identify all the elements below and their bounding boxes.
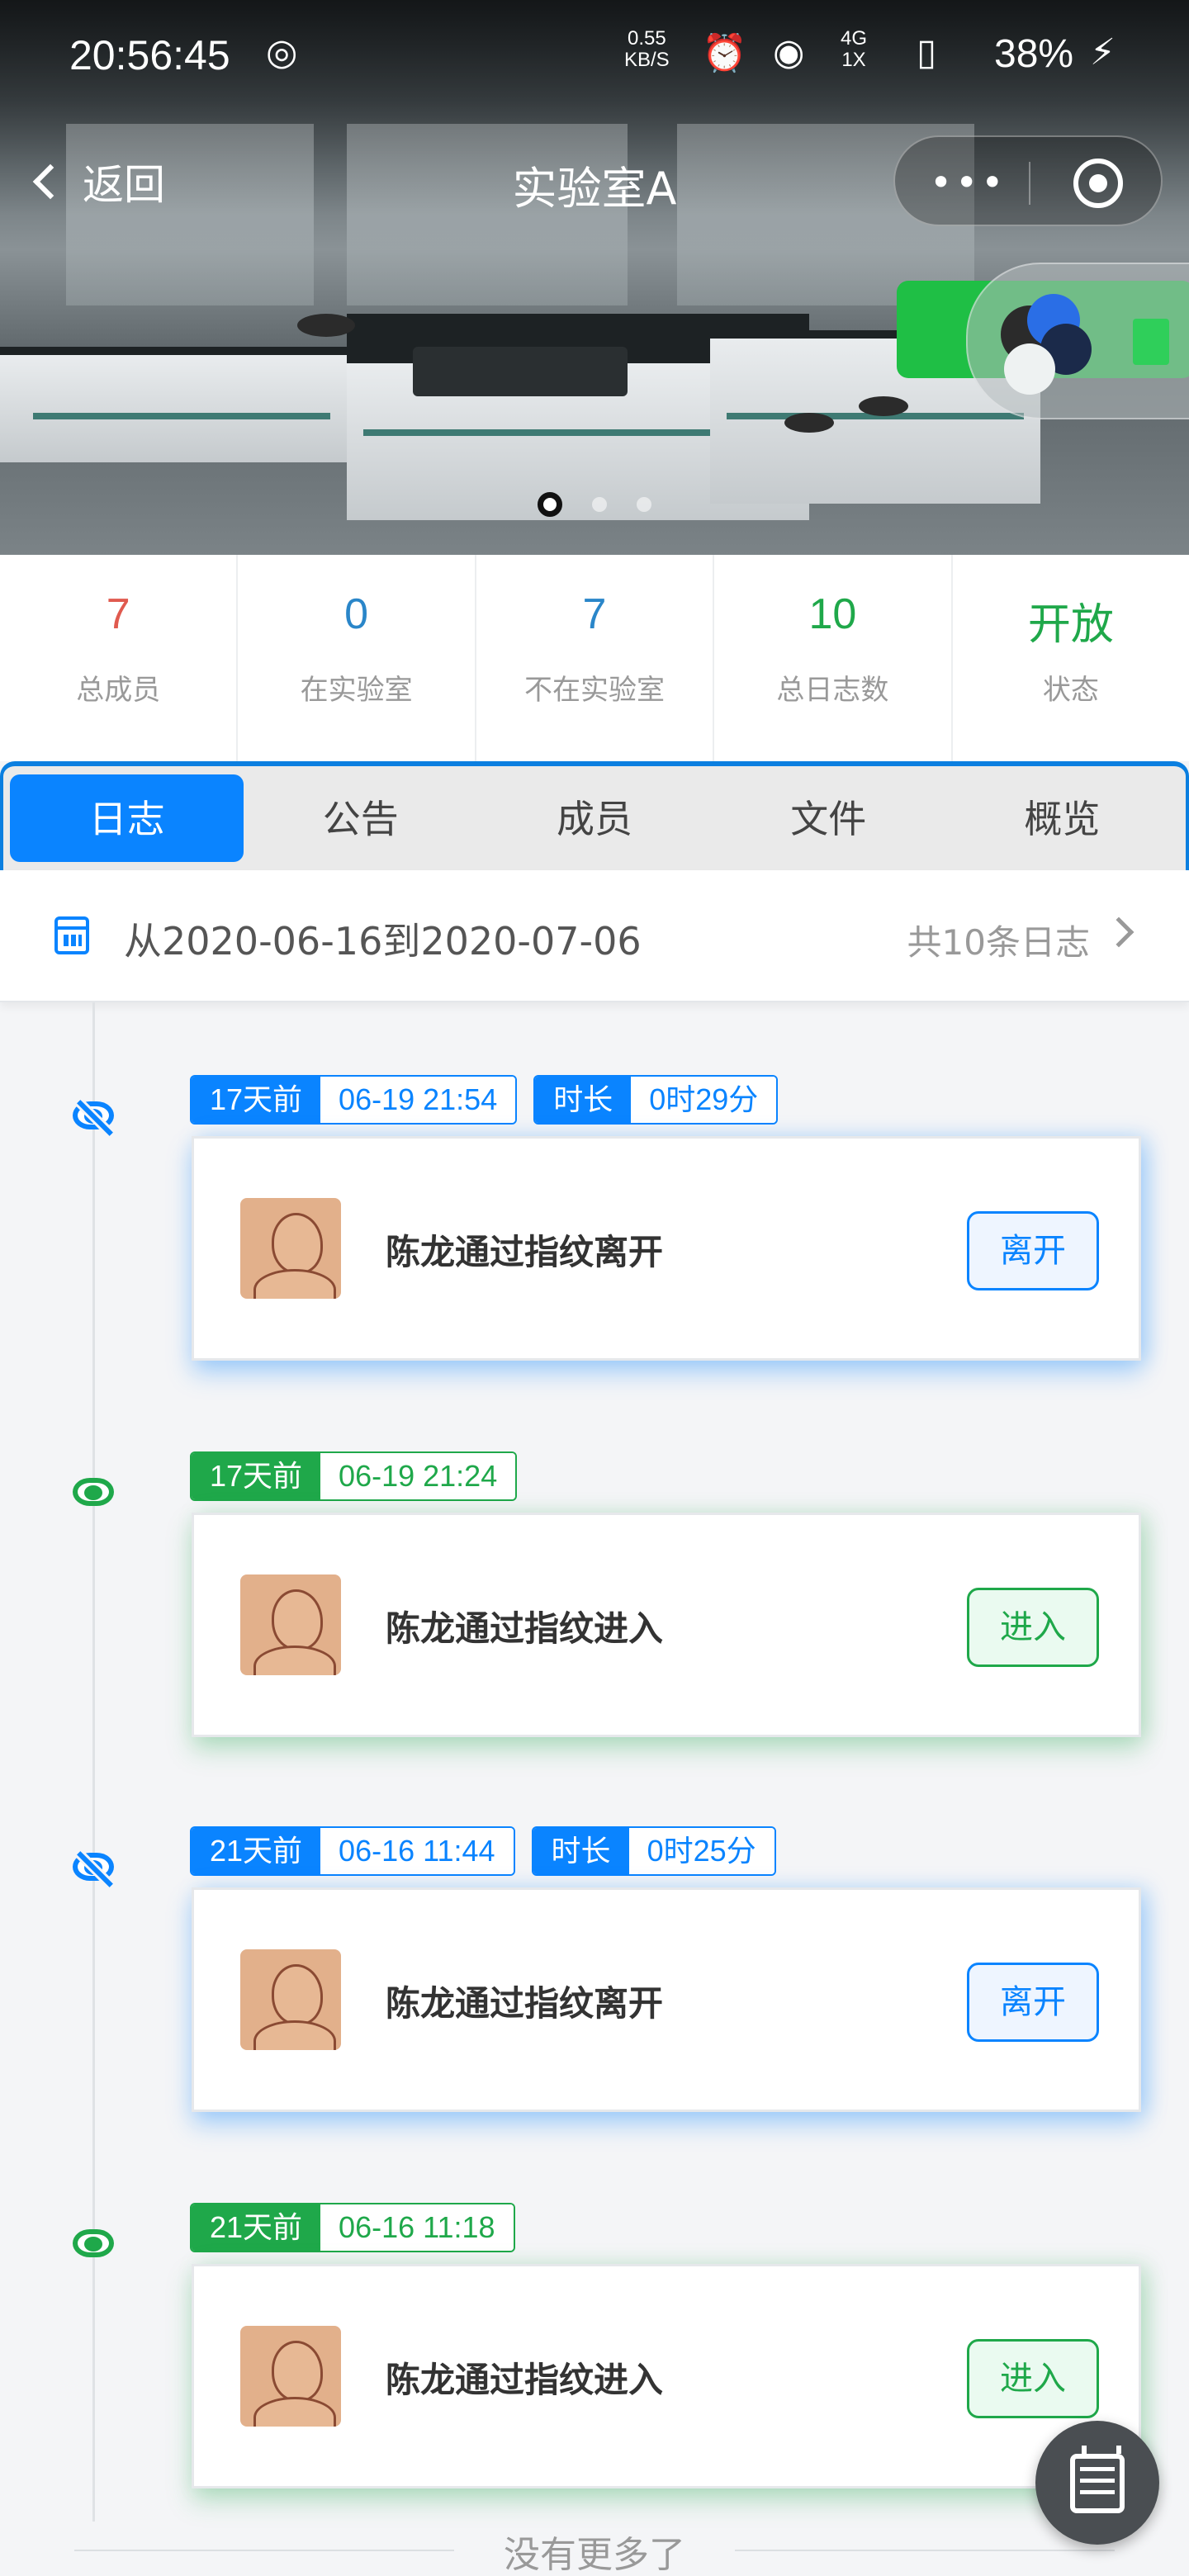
time-tag: 17天前 06-19 21:24 <box>190 1451 518 1501</box>
enter-badge: 进入 <box>967 2339 1099 2418</box>
log-timeline: 17天前 06-19 21:54 时长 0时29分 陈龙通过指纹离开 离开 17天前… <box>0 1002 1189 2522</box>
hotspot-icon: ◉ <box>773 31 805 73</box>
log-entry: 17天前 06-19 21:54 时长 0时29分 陈龙通过指纹离开 离开 <box>0 1002 1189 1361</box>
tab-files[interactable]: 文件 <box>712 774 945 862</box>
duration-tag: 时长 0时29分 <box>533 1075 779 1125</box>
log-card[interactable]: 陈龙通过指纹离开 离开 <box>192 1887 1141 2112</box>
eye-off-icon <box>73 1853 114 1881</box>
stat-status[interactable]: 开放 状态 <box>953 555 1189 761</box>
battery-level: 38% <box>994 32 1074 76</box>
carousel-pager <box>0 492 1189 517</box>
tab-members[interactable]: 成员 <box>477 774 711 862</box>
stat-not-in-lab[interactable]: 7 不在实验室 <box>476 555 715 761</box>
charging-icon: ⚡ <box>1090 31 1116 73</box>
log-entry: 17天前 06-19 21:24 陈龙通过指纹进入 进入 <box>0 1379 1189 1737</box>
sync-icon: ◎ <box>266 31 298 73</box>
avatar <box>240 1949 341 2050</box>
signal-indicator: 4G 1X <box>841 27 868 71</box>
alarm-icon: ⏰ <box>702 32 747 74</box>
enter-badge: 进入 <box>967 1588 1099 1667</box>
calendar-icon <box>54 916 89 954</box>
eye-icon <box>73 1478 114 1506</box>
no-more-footer: 没有更多了 <box>0 2525 1189 2576</box>
log-message: 陈龙通过指纹进入 <box>386 1608 664 1649</box>
avatar <box>240 2326 341 2427</box>
lab-stats: 7 总成员 0 在实验室 7 不在实验室 10 总日志数 开放 状态 <box>0 555 1189 761</box>
log-message: 陈龙通过指纹进入 <box>386 2360 664 2400</box>
pager-dot[interactable] <box>637 497 651 512</box>
tab-logs[interactable]: 日志 <box>10 774 244 862</box>
eye-off-icon <box>73 1101 114 1129</box>
no-sim-icon: ▯ <box>917 31 937 73</box>
avatar <box>240 1574 341 1675</box>
lab-banner[interactable]: 20:56:45 ◎ 0.55 KB/S ⏰ ◉ 4G 1X ▯ 38% ⚡ 返… <box>0 0 1189 555</box>
date-range-bar[interactable]: 从2020-06-16到2020-07-06 共10条日志 <box>0 870 1189 1002</box>
log-fab-button[interactable] <box>1035 2421 1159 2545</box>
status-bar: 20:56:45 ◎ 0.55 KB/S ⏰ ◉ 4G 1X ▯ 38% ⚡ <box>0 0 1189 116</box>
tab-overview[interactable]: 概览 <box>945 774 1179 862</box>
more-menu-icon[interactable]: ••• <box>930 160 1007 205</box>
eye-icon <box>73 2229 114 2257</box>
log-card[interactable]: 陈龙通过指纹离开 离开 <box>192 1136 1141 1361</box>
time-tag: 21天前 06-16 11:44 <box>190 1826 515 1876</box>
chevron-right-icon <box>1103 916 1135 948</box>
time-tag: 17天前 06-19 21:54 <box>190 1075 518 1125</box>
time-tag: 21天前 06-16 11:18 <box>190 2203 515 2252</box>
log-card[interactable]: 陈龙通过指纹进入 进入 <box>192 2264 1141 2488</box>
document-icon <box>1133 319 1169 365</box>
stat-total-logs[interactable]: 10 总日志数 <box>714 555 953 761</box>
stat-total-members[interactable]: 7 总成员 <box>0 555 239 761</box>
nav-bar: 返回 实验室A ••• <box>0 132 1189 231</box>
leave-badge: 离开 <box>967 1963 1099 2042</box>
pager-dot[interactable] <box>538 492 562 517</box>
close-miniapp-icon[interactable] <box>1073 159 1123 208</box>
clock: 20:56:45 <box>69 32 230 78</box>
log-entry: 21天前 06-16 11:44 时长 0时25分 陈龙通过指纹离开 离开 <box>0 1754 1189 2112</box>
pager-dot[interactable] <box>592 497 607 512</box>
clipboard-icon <box>1070 2446 1125 2513</box>
duration-tag: 时长 0时25分 <box>531 1826 776 1876</box>
tab-announcements[interactable]: 公告 <box>244 774 477 862</box>
avatar <box>240 1198 341 1299</box>
floating-assistant[interactable] <box>966 263 1189 419</box>
log-entry: 21天前 06-16 11:18 陈龙通过指纹进入 进入 <box>0 2130 1189 2488</box>
log-message: 陈龙通过指纹离开 <box>386 1983 664 2024</box>
log-message: 陈龙通过指纹离开 <box>386 1232 664 1272</box>
miniapp-capsule: ••• <box>893 135 1163 226</box>
stat-in-lab[interactable]: 0 在实验室 <box>238 555 476 761</box>
log-count: 共10条日志 <box>907 922 1090 963</box>
date-range-text: 从2020-06-16到2020-07-06 <box>124 919 642 964</box>
net-speed: 0.55 KB/S <box>624 27 670 71</box>
leave-badge: 离开 <box>967 1211 1099 1290</box>
tab-bar: 日志 公告 成员 文件 概览 <box>0 761 1189 870</box>
log-card[interactable]: 陈龙通过指纹进入 进入 <box>192 1513 1141 1737</box>
